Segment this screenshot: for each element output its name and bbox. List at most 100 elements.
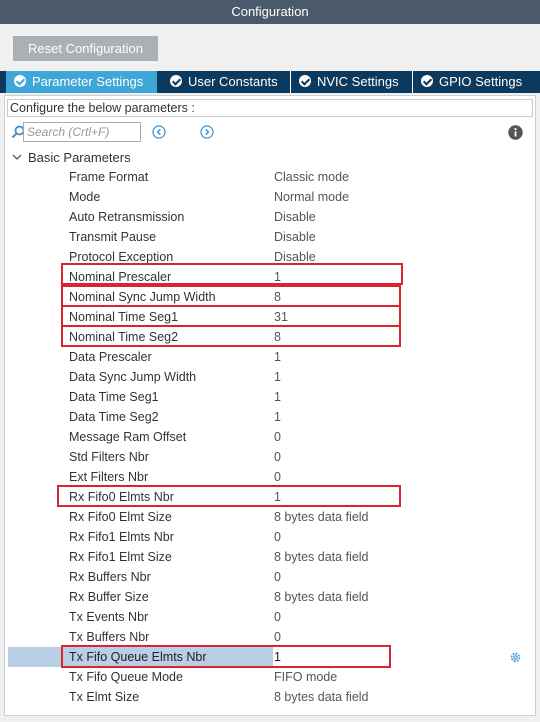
parameter-name: Std Filters Nbr	[69, 450, 149, 464]
parameter-name: Tx Fifo Queue Mode	[69, 670, 183, 684]
parameter-value[interactable]: 8 bytes data field	[274, 507, 369, 527]
tab-parameter-settings[interactable]: Parameter Settings	[6, 71, 157, 93]
parameter-row[interactable]: Frame Format Classic mode	[5, 167, 535, 187]
parameter-value[interactable]: 1	[274, 407, 281, 427]
parameter-value[interactable]: 31	[274, 307, 288, 327]
parameter-name: Ext Filters Nbr	[69, 470, 149, 484]
parameter-value[interactable]: 8 bytes data field	[274, 587, 369, 607]
parameter-row[interactable]: Rx Fifo0 Elmts Nbr 1	[5, 487, 535, 507]
parameter-value[interactable]: 0	[274, 627, 281, 647]
parameter-name: Transmit Pause	[69, 230, 157, 244]
parameter-value[interactable]: Classic mode	[274, 167, 349, 187]
parameter-name: Tx Elmt Size	[69, 690, 140, 704]
parameter-row[interactable]: Nominal Time Seg1 31	[5, 307, 535, 327]
tab-label: NVIC Settings	[317, 74, 399, 89]
parameter-name: Rx Fifo1 Elmts Nbr	[69, 530, 174, 544]
tab-user-constants[interactable]: User Constants	[162, 71, 288, 93]
parameter-row[interactable]: Tx Fifo Queue Elmts Nbr 1	[5, 647, 535, 667]
parameter-value[interactable]: 1	[274, 347, 281, 367]
parameter-name: Nominal Prescaler	[69, 270, 172, 284]
parameter-name: Rx Buffers Nbr	[69, 570, 151, 584]
parameter-name: Data Prescaler	[69, 350, 152, 364]
window-title: Configuration	[0, 0, 540, 24]
parameter-name: Data Time Seg2	[69, 410, 159, 424]
arrow-left-circle-icon[interactable]	[152, 125, 166, 139]
parameter-value[interactable]: 8 bytes data field	[274, 547, 369, 567]
info-icon[interactable]	[508, 125, 523, 140]
basic-parameters-group[interactable]: Basic Parameters	[11, 149, 131, 167]
parameter-name: Mode	[69, 190, 101, 204]
parameter-value[interactable]: 8 bytes data field	[274, 687, 369, 707]
parameter-name: Frame Format	[69, 170, 149, 184]
tab-nvic-settings[interactable]: NVIC Settings	[290, 71, 410, 93]
parameter-name: Message Ram Offset	[69, 430, 187, 444]
group-label: Basic Parameters	[28, 150, 131, 165]
parameter-row[interactable]: Message Ram Offset 0	[5, 427, 535, 447]
parameter-value[interactable]: 1	[274, 267, 281, 287]
parameter-name: Rx Fifo1 Elmt Size	[69, 550, 172, 564]
parameter-name: Nominal Sync Jump Width	[69, 290, 216, 304]
parameter-value[interactable]: 0	[274, 607, 281, 627]
parameter-name: Protocol Exception	[69, 250, 174, 264]
configure-hint: Configure the below parameters :	[7, 99, 533, 117]
check-circle-icon	[14, 75, 26, 87]
parameter-row[interactable]: Auto Retransmission Disable	[5, 207, 535, 227]
parameter-row[interactable]: Rx Buffers Nbr 0	[5, 567, 535, 587]
chevron-down-icon[interactable]	[11, 152, 23, 162]
parameter-row[interactable]: Rx Buffer Size 8 bytes data field	[5, 587, 535, 607]
parameter-row[interactable]: Nominal Prescaler 1	[5, 267, 535, 287]
parameter-value[interactable]: FIFO mode	[274, 667, 337, 687]
parameter-row[interactable]: Tx Elmt Size 8 bytes data field	[5, 687, 535, 707]
parameter-row[interactable]: Data Sync Jump Width 1	[5, 367, 535, 387]
parameter-name: Auto Retransmission	[69, 210, 185, 224]
parameter-row[interactable]: Rx Fifo1 Elmts Nbr 0	[5, 527, 535, 547]
parameter-value[interactable]: 1	[274, 387, 281, 407]
parameter-name: Rx Buffer Size	[69, 590, 149, 604]
parameter-name: Nominal Time Seg1	[69, 310, 179, 324]
search-input[interactable]	[23, 122, 141, 142]
arrow-right-circle-icon[interactable]	[200, 125, 214, 139]
parameter-value[interactable]: Disable	[274, 247, 316, 267]
parameter-row[interactable]: Data Time Seg1 1	[5, 387, 535, 407]
parameter-value[interactable]: 1	[274, 647, 281, 667]
parameter-row[interactable]: Nominal Time Seg2 8	[5, 327, 535, 347]
parameter-name: Tx Events Nbr	[69, 610, 149, 624]
tab-gpio-settings[interactable]: GPIO Settings	[412, 71, 535, 93]
parameter-name: Data Sync Jump Width	[69, 370, 197, 384]
parameter-value[interactable]: 1	[274, 487, 281, 507]
tab-bar: Parameter Settings User Constants NVIC S…	[0, 71, 540, 93]
gear-icon[interactable]	[509, 651, 522, 664]
parameter-row[interactable]: Ext Filters Nbr 0	[5, 467, 535, 487]
parameter-value[interactable]: 8	[274, 287, 281, 307]
parameter-row[interactable]: Data Time Seg2 1	[5, 407, 535, 427]
parameter-value[interactable]: 1	[274, 367, 281, 387]
parameter-value[interactable]: 0	[274, 427, 281, 447]
parameter-row[interactable]: Nominal Sync Jump Width 8	[5, 287, 535, 307]
parameter-value[interactable]: Disable	[274, 207, 316, 227]
parameter-row[interactable]: Protocol Exception Disable	[5, 247, 535, 267]
parameter-name: Tx Fifo Queue Elmts Nbr	[69, 650, 207, 664]
parameter-value[interactable]: Normal mode	[274, 187, 349, 207]
parameter-name: Tx Buffers Nbr	[69, 630, 150, 644]
parameter-value[interactable]: 0	[274, 527, 281, 547]
check-circle-icon	[170, 75, 182, 87]
parameter-name: Rx Fifo0 Elmt Size	[69, 510, 172, 524]
parameter-value[interactable]: 0	[274, 567, 281, 587]
parameter-value[interactable]: 0	[274, 467, 281, 487]
parameter-value[interactable]: 0	[274, 447, 281, 467]
parameter-row[interactable]: Tx Buffers Nbr 0	[5, 627, 535, 647]
parameter-panel: Configure the below parameters : Basic P…	[4, 95, 536, 716]
parameter-name: Nominal Time Seg2	[69, 330, 179, 344]
reset-configuration-button[interactable]: Reset Configuration	[13, 36, 158, 61]
parameter-row[interactable]: Transmit Pause Disable	[5, 227, 535, 247]
parameter-row[interactable]: Tx Fifo Queue Mode FIFO mode	[5, 667, 535, 687]
parameter-value[interactable]: Disable	[274, 227, 316, 247]
parameter-row[interactable]: Tx Events Nbr 0	[5, 607, 535, 627]
parameter-row[interactable]: Rx Fifo1 Elmt Size 8 bytes data field	[5, 547, 535, 567]
parameter-row[interactable]: Std Filters Nbr 0	[5, 447, 535, 467]
parameter-value[interactable]: 8	[274, 327, 281, 347]
check-circle-icon	[299, 75, 311, 87]
parameter-row[interactable]: Data Prescaler 1	[5, 347, 535, 367]
parameter-row[interactable]: Mode Normal mode	[5, 187, 535, 207]
parameter-row[interactable]: Rx Fifo0 Elmt Size 8 bytes data field	[5, 507, 535, 527]
